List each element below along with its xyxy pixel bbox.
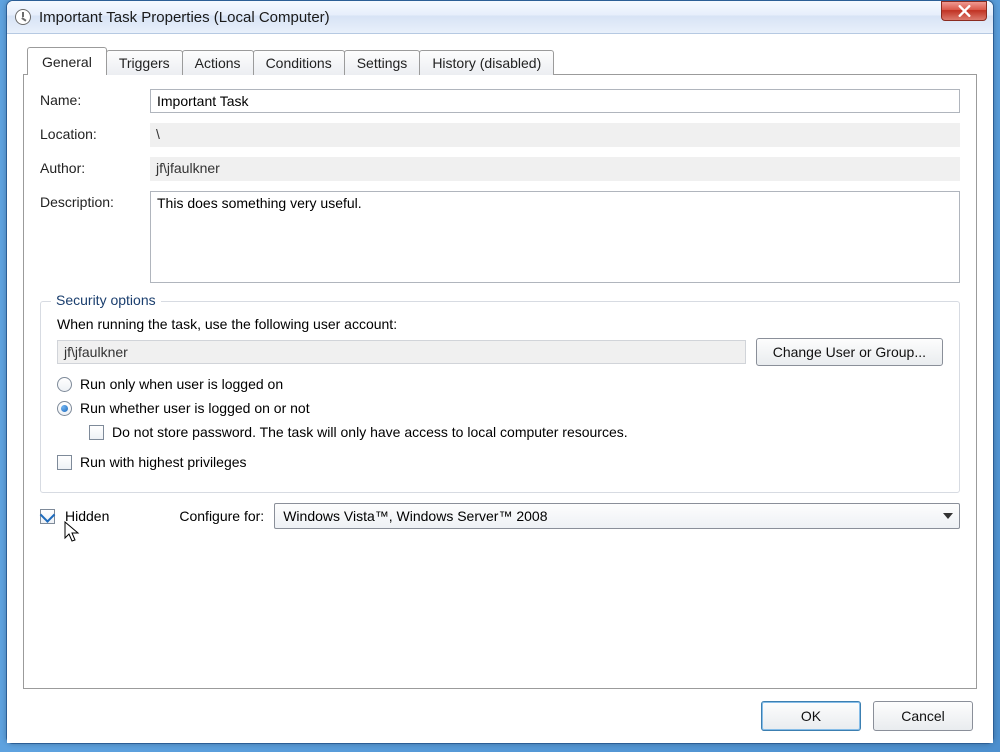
chevron-down-icon [943, 513, 953, 519]
checkbox-no-password-label: Do not store password. The task will onl… [112, 424, 628, 440]
radio-whether[interactable] [57, 401, 72, 416]
security-options-group: Security options When running the task, … [40, 301, 960, 493]
titlebar: Important Task Properties (Local Compute… [7, 1, 993, 34]
tab-conditions[interactable]: Conditions [253, 50, 345, 75]
dialog-body: General Triggers Actions Conditions Sett… [7, 34, 993, 743]
tab-general[interactable]: General [27, 47, 107, 75]
tab-settings[interactable]: Settings [344, 50, 421, 75]
dialog-button-row: OK Cancel [23, 689, 977, 733]
account-field: jf\jfaulkner [57, 340, 746, 364]
location-label: Location: [40, 123, 150, 142]
radio-whether-label: Run whether user is logged on or not [80, 400, 310, 416]
name-input[interactable] [150, 89, 960, 113]
checkbox-no-password-row[interactable]: Do not store password. The task will onl… [89, 424, 943, 440]
footer-row: Hidden Configure for: Windows Vista™, Wi… [40, 503, 960, 529]
tab-strip: General Triggers Actions Conditions Sett… [27, 46, 977, 74]
name-label: Name: [40, 89, 150, 108]
dialog-window: Important Task Properties (Local Compute… [6, 0, 994, 744]
checkbox-no-password[interactable] [89, 425, 104, 440]
tab-actions[interactable]: Actions [182, 50, 254, 75]
radio-whether-row[interactable]: Run whether user is logged on or not [57, 400, 943, 416]
author-label: Author: [40, 157, 150, 176]
checkbox-hidden[interactable] [40, 509, 55, 524]
account-prompt: When running the task, use the following… [57, 316, 397, 332]
radio-logged-on-label: Run only when user is logged on [80, 376, 283, 392]
tab-panel-general: Name: Location: \ Author: jf\jfaulkner D… [23, 74, 977, 689]
author-value: jf\jfaulkner [150, 157, 960, 181]
change-user-button[interactable]: Change User or Group... [756, 338, 943, 366]
configure-for-value: Windows Vista™, Windows Server™ 2008 [283, 508, 547, 524]
cancel-button[interactable]: Cancel [873, 701, 973, 731]
description-input[interactable] [150, 191, 960, 283]
configure-for-select[interactable]: Windows Vista™, Windows Server™ 2008 [274, 503, 960, 529]
checkbox-highest-row[interactable]: Run with highest privileges [57, 454, 943, 470]
window-title: Important Task Properties (Local Compute… [39, 9, 330, 26]
location-value: \ [150, 123, 960, 147]
ok-button[interactable]: OK [761, 701, 861, 731]
checkbox-hidden-label: Hidden [65, 508, 109, 524]
radio-logged-on-row[interactable]: Run only when user is logged on [57, 376, 943, 392]
clock-icon [15, 9, 31, 25]
security-group-title: Security options [51, 292, 161, 308]
checkbox-highest-label: Run with highest privileges [80, 454, 247, 470]
tab-triggers[interactable]: Triggers [106, 50, 183, 75]
radio-logged-on[interactable] [57, 377, 72, 392]
configure-for-label: Configure for: [179, 508, 264, 524]
close-button[interactable] [941, 1, 987, 21]
checkbox-highest[interactable] [57, 455, 72, 470]
description-label: Description: [40, 191, 150, 210]
close-icon [958, 5, 971, 17]
tab-history[interactable]: History (disabled) [419, 50, 554, 75]
